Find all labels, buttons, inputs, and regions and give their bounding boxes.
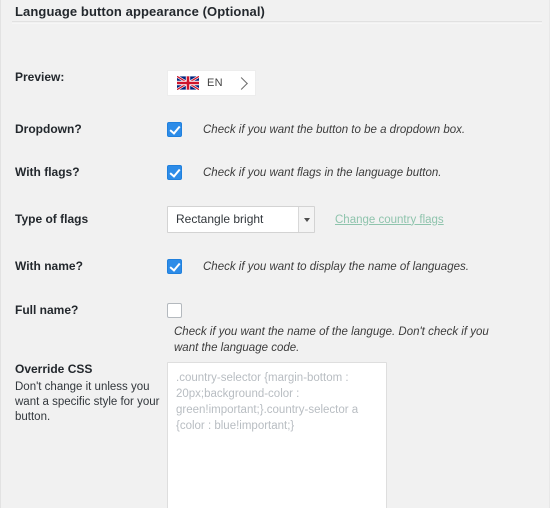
change-country-flags-link[interactable]: Change country flags (335, 214, 444, 226)
checkbox-wrap-with-flags (167, 165, 203, 180)
row-label-type-of-flags: Type of flags (15, 212, 89, 226)
checkbox-wrap-dropdown (167, 122, 203, 137)
header-divider (12, 21, 542, 22)
row-with-name: With name? Check if you want to display … (1, 259, 549, 275)
description-dropdown: Check if you want the button to be a dro… (203, 124, 466, 136)
row-label-dropdown: Dropdown? (15, 122, 82, 136)
row-label-with-name: With name? (15, 259, 83, 273)
row-field-full-name: Check if you want the name of the langug… (167, 303, 549, 356)
row-field-with-name: Check if you want to display the name of… (167, 259, 549, 275)
description-full-name: Check if you want the name of the langug… (174, 326, 489, 354)
row-preview: Preview: EN (1, 70, 549, 96)
row-label-override-css: Override CSS (15, 362, 93, 376)
row-full-name: Full name? Check if you want the name of… (1, 303, 549, 356)
checkbox-dropdown[interactable] (167, 122, 182, 137)
page-title: Language button appearance (Optional) (15, 4, 265, 19)
language-preview-button[interactable]: EN (167, 70, 256, 96)
row-label-full-name: Full name? (15, 303, 79, 317)
checkbox-with-name[interactable] (167, 259, 182, 274)
override-css-textarea-wrap (167, 362, 387, 508)
row-field-dropdown: Check if you want the button to be a dro… (167, 122, 549, 138)
row-label-override-css-group: Override CSS Don't change it unless you … (1, 362, 167, 425)
chevron-right-icon (235, 76, 248, 90)
row-field-preview: EN (167, 70, 549, 96)
row-type-of-flags: Type of flags Rectangle bright Change co… (1, 206, 549, 233)
row-with-flags: With flags? Check if you want flags in t… (1, 165, 549, 181)
panel-header: Language button appearance (Optional) (1, 0, 549, 22)
type-of-flags-select-wrap: Rectangle bright (167, 206, 315, 233)
checkbox-wrap-with-name (167, 259, 203, 274)
override-css-textarea[interactable] (167, 362, 387, 508)
description-with-name: Check if you want to display the name of… (203, 261, 469, 273)
checkbox-wrap-full-name (167, 303, 203, 318)
row-dropdown: Dropdown? Check if you want the button t… (1, 122, 549, 138)
row-field-type-of-flags: Rectangle bright Change country flags (167, 206, 549, 233)
row-label-preview: Preview: (15, 70, 65, 84)
row-field-with-flags: Check if you want flags in the language … (167, 165, 549, 181)
row-sublabel-override-css: Don't change it unless you want a specif… (15, 381, 160, 423)
preview-language-code: EN (207, 77, 223, 89)
description-with-flags: Check if you want flags in the language … (203, 167, 442, 179)
row-label-with-flags: With flags? (15, 165, 80, 179)
row-field-override-css (167, 362, 549, 508)
checkbox-with-flags[interactable] (167, 165, 182, 180)
language-button-appearance-panel: Language button appearance (Optional) Pr… (0, 0, 550, 508)
uk-flag-icon (177, 76, 199, 90)
checkbox-full-name[interactable] (167, 303, 182, 318)
type-of-flags-select[interactable]: Rectangle bright (167, 206, 315, 233)
header-divider-highlight (12, 23, 542, 24)
row-override-css: Override CSS Don't change it unless you … (1, 362, 549, 508)
